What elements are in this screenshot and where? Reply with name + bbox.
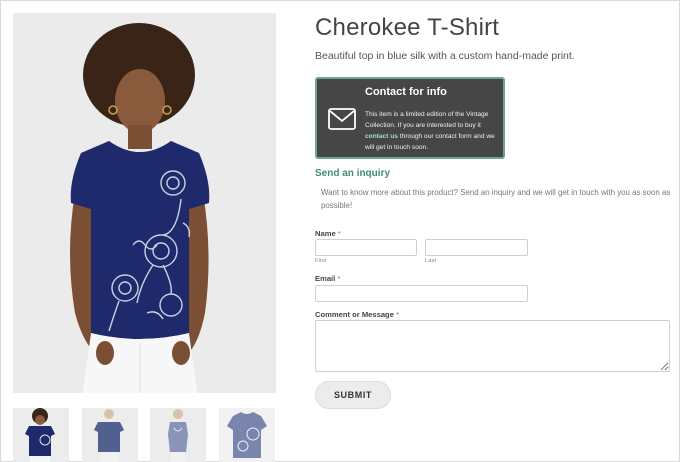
email-label: Email * (315, 274, 340, 283)
inquiry-description: Want to know more about this product? Se… (321, 188, 671, 210)
submit-button[interactable]: SUBMIT (315, 381, 391, 409)
last-name-input[interactable] (425, 239, 528, 256)
contact-box-text: This item is a limited edition of the Vi… (365, 109, 501, 153)
name-label-text: Name (315, 229, 336, 238)
contact-box-title: Contact for info (365, 86, 447, 98)
message-textarea[interactable] (315, 320, 670, 372)
first-name-input[interactable] (315, 239, 417, 256)
model-photo (13, 13, 276, 393)
message-label-text: Comment or Message (315, 310, 394, 319)
contact-us-link[interactable]: contact us (365, 133, 398, 140)
thumbnail-gallery (13, 408, 276, 462)
required-mark: * (337, 274, 341, 283)
main-product-image[interactable] (13, 13, 276, 393)
first-sublabel: First (315, 258, 327, 264)
product-title: Cherokee T-Shirt (315, 14, 500, 41)
contact-text-before: This item is a limited edition of the Vi… (365, 111, 489, 129)
product-description: Beautiful top in blue silk with a custom… (315, 50, 575, 62)
email-label-text: Email (315, 274, 336, 283)
required-mark: * (396, 310, 400, 319)
thumbnail-2[interactable] (82, 408, 138, 462)
inquiry-heading: Send an inquiry (315, 168, 391, 179)
thumbnail-1[interactable] (13, 408, 69, 462)
last-sublabel: Last (425, 258, 436, 264)
required-mark: * (337, 229, 341, 238)
thumbnail-4[interactable] (219, 408, 275, 462)
envelope-icon (328, 108, 356, 130)
name-label: Name * (315, 229, 341, 238)
email-input[interactable] (315, 285, 528, 302)
thumbnail-3[interactable] (150, 408, 206, 462)
contact-info-box: Contact for info This item is a limited … (315, 77, 505, 159)
message-label: Comment or Message * (315, 310, 399, 319)
